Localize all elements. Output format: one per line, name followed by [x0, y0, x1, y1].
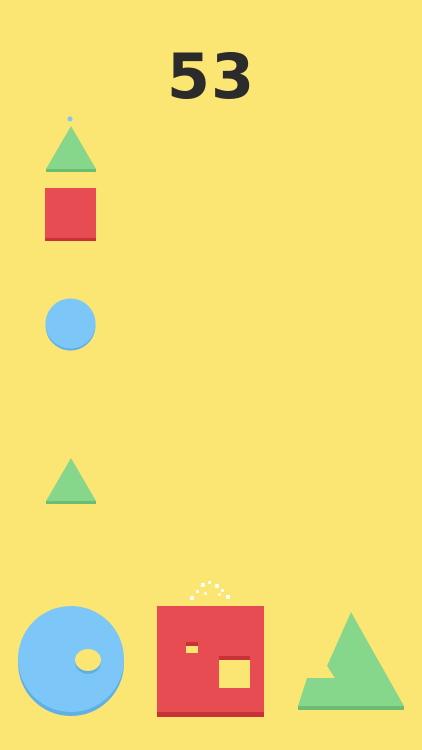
falling-square: [45, 188, 97, 241]
falling-triangle: [45, 125, 97, 173]
spark-dot: [67, 116, 73, 122]
falling-circle: [45, 298, 97, 352]
catcher-circle[interactable]: [17, 605, 125, 719]
catcher-square[interactable]: [157, 606, 265, 718]
catcher-triangle[interactable]: [297, 610, 405, 712]
score-counter: 53: [166, 40, 256, 113]
sparkle-particles: [188, 578, 234, 604]
falling-triangle: [45, 457, 97, 505]
game-stage[interactable]: 53: [0, 0, 422, 750]
